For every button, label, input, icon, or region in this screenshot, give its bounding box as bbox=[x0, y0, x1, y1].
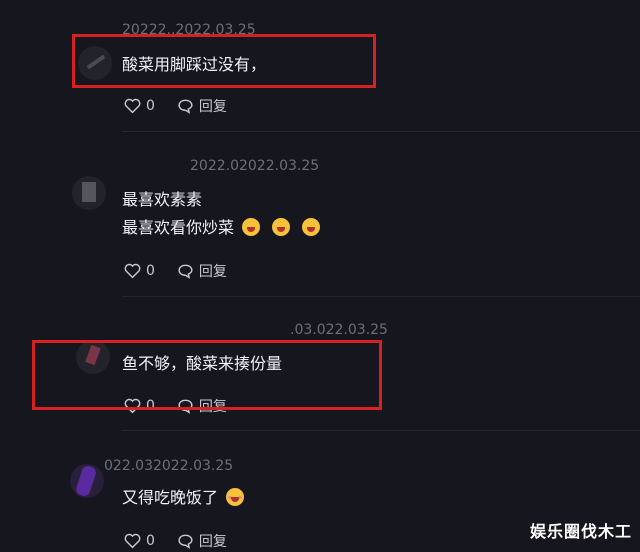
divider bbox=[122, 296, 640, 297]
comment-actions: 0 回复 bbox=[124, 261, 249, 281]
reply-label: 回复 bbox=[198, 264, 227, 280]
comment-bubble-icon bbox=[178, 264, 193, 279]
reply-button[interactable]: 回复 bbox=[177, 531, 227, 551]
reply-label: 回复 bbox=[198, 534, 227, 550]
divider bbox=[122, 430, 640, 431]
divider bbox=[122, 131, 640, 132]
comment-text: 又得吃晚饭了 bbox=[122, 484, 245, 512]
highlight-box bbox=[32, 340, 382, 410]
comment-text: 最喜欢素素 bbox=[122, 190, 203, 209]
like-count: 0 bbox=[146, 533, 155, 549]
like-count: 0 bbox=[146, 263, 155, 279]
comment-text: 最喜欢看你炒菜 bbox=[122, 214, 321, 242]
comment-text-line: 最喜欢看你炒菜 bbox=[122, 218, 235, 237]
heart-icon bbox=[124, 533, 141, 549]
reply-button[interactable]: 回复 bbox=[177, 261, 227, 281]
comment-text-line: 又得吃晚饭了 bbox=[122, 488, 219, 507]
like-button[interactable]: 0 bbox=[124, 98, 155, 114]
emoji-icon bbox=[242, 218, 261, 236]
like-count: 0 bbox=[146, 98, 155, 114]
reply-button[interactable]: 回复 bbox=[177, 96, 227, 116]
watermark: 娱乐圈伐木工 bbox=[529, 522, 632, 541]
emoji-icon bbox=[272, 218, 291, 236]
comment-bubble-icon bbox=[178, 534, 193, 549]
emoji-icon bbox=[226, 488, 245, 506]
heart-icon bbox=[124, 98, 141, 114]
avatar[interactable] bbox=[72, 176, 106, 210]
like-button[interactable]: 0 bbox=[124, 533, 155, 549]
comment-bubble-icon bbox=[178, 99, 193, 114]
emoji-icon bbox=[302, 218, 321, 236]
heart-icon bbox=[124, 263, 141, 279]
comment-actions: 0 回复 bbox=[124, 531, 249, 551]
like-button[interactable]: 0 bbox=[124, 263, 155, 279]
avatar[interactable] bbox=[70, 464, 104, 498]
comment-meta: 022.032022.03.25 bbox=[104, 458, 234, 474]
comment-meta: 2022.02022.03.25 bbox=[190, 158, 320, 174]
highlight-box bbox=[72, 34, 376, 88]
comment-actions: 0 回复 bbox=[124, 96, 249, 116]
reply-label: 回复 bbox=[198, 99, 227, 115]
comment-meta: .03.022.03.25 bbox=[290, 322, 388, 338]
